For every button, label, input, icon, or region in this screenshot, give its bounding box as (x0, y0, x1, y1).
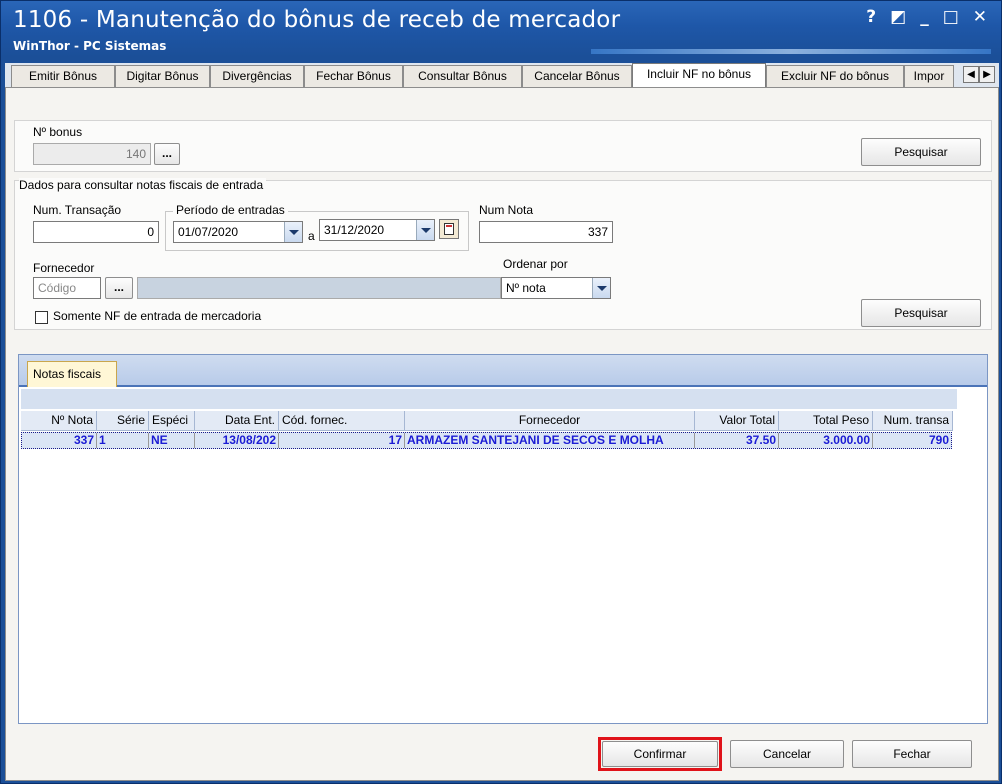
cell-total-peso: 3.000.00 (779, 433, 873, 448)
filters-panel: Dados para consultar notas fiscais de en… (14, 178, 992, 330)
bonus-lookup-button[interactable]: ... (154, 143, 180, 165)
tab-divergencias[interactable]: Divergências (210, 65, 304, 87)
tab-scroll: ◀ ▶ (963, 66, 995, 83)
maximize-icon[interactable]: □ (943, 7, 959, 27)
fornecedor-code-input[interactable]: Código (33, 277, 101, 299)
cancel-button[interactable]: Cancelar (730, 740, 844, 768)
col-header-data-ent[interactable]: Data Ent. (195, 411, 279, 431)
fornecedor-label: Fornecedor (33, 261, 95, 275)
app-window: 1106 - Manutenção do bônus de receb de m… (0, 0, 1002, 784)
somente-nf-checkbox[interactable] (35, 311, 48, 324)
transacao-input[interactable]: 0 (33, 221, 159, 243)
footer-bar: Confirmar Cancelar Fechar (6, 728, 998, 778)
tab-notas-fiscais[interactable]: Notas fiscais (27, 361, 117, 387)
bonus-number-field[interactable]: 140 (33, 143, 151, 165)
cell-serie: 1 (97, 433, 149, 448)
col-header-num-transa[interactable]: Num. transa (873, 411, 953, 431)
tab-emitir-bonus[interactable]: Emitir Bônus (11, 65, 115, 87)
close-icon[interactable]: ✕ (973, 7, 987, 27)
transacao-label: Num. Transação (33, 203, 122, 217)
fornecedor-name-field (137, 277, 501, 299)
ordenar-dropdown-icon[interactable] (592, 278, 610, 298)
filters-search-button[interactable]: Pesquisar (861, 299, 981, 327)
cell-data-ent: 13/08/202 (195, 433, 279, 448)
date-separator: a (308, 229, 315, 243)
cell-valor-total: 37.50 (695, 433, 779, 448)
tab-strip: Emitir Bônus Digitar Bônus Divergências … (5, 63, 999, 88)
cell-especie: NE (149, 433, 195, 448)
col-header-total-peso[interactable]: Total Peso (779, 411, 873, 431)
col-header-valor-total[interactable]: Valor Total (695, 411, 779, 431)
calendar-icon[interactable] (439, 219, 459, 239)
tab-importar[interactable]: Impor (904, 65, 954, 87)
date-from-input[interactable]: 01/07/2020 (173, 221, 303, 243)
tab-consultar-bonus[interactable]: Consultar Bônus (403, 65, 522, 87)
tab-excluir-nf[interactable]: Excluir NF do bônus (766, 65, 904, 87)
restore-icon[interactable]: ◩ (890, 7, 906, 27)
col-header-especie[interactable]: Espéci (149, 411, 195, 431)
title-bar[interactable]: 1106 - Manutenção do bônus de receb de m… (1, 1, 1001, 57)
tab-digitar-bonus[interactable]: Digitar Bônus (115, 65, 210, 87)
tab-cancelar-bonus[interactable]: Cancelar Bônus (522, 65, 632, 87)
grid-tab-band: Notas fiscais (19, 355, 987, 387)
cell-nota: 337 (22, 433, 97, 448)
cell-num-transa: 790 (928, 433, 949, 447)
bonus-search-button[interactable]: Pesquisar (861, 138, 981, 166)
window-controls: ? ◩ _ □ ✕ (866, 7, 987, 27)
tab-scroll-left-icon[interactable]: ◀ (963, 66, 979, 83)
notas-fiscais-grid: Notas fiscais Nº Nota Série Espéci Data … (18, 354, 988, 724)
cell-fornecedor: ARMAZEM SANTEJANI DE SECOS E MOLHA (405, 433, 695, 448)
date-from-dropdown-icon[interactable] (284, 222, 302, 242)
close-button[interactable]: Fechar (852, 740, 972, 768)
num-nota-label: Num Nota (479, 203, 534, 217)
ordenar-select[interactable]: Nº nota (501, 277, 611, 299)
date-from-value: 01/07/2020 (178, 225, 239, 239)
ordenar-label: Ordenar por (503, 257, 568, 271)
col-header-fornecedor[interactable]: Fornecedor (405, 411, 695, 431)
help-icon[interactable]: ? (866, 7, 876, 27)
num-nota-input[interactable]: 337 (479, 221, 613, 243)
bonus-panel: Nº bonus 140 ... Pesquisar (14, 120, 992, 172)
col-header-cod-fornec[interactable]: Cód. fornec. (279, 411, 405, 431)
window-title: 1106 - Manutenção do bônus de receb de m… (13, 7, 621, 33)
tab-fechar-bonus[interactable]: Fechar Bônus (304, 65, 403, 87)
table-row[interactable]: 337 1 NE 13/08/202 17 ARMAZEM SANTEJANI … (21, 432, 952, 449)
col-header-nota[interactable]: Nº Nota (21, 411, 97, 431)
date-to-dropdown-icon[interactable] (416, 220, 434, 240)
title-decoration (591, 49, 991, 54)
periodo-label: Período de entradas (173, 203, 288, 217)
date-to-input[interactable]: 31/12/2020 (319, 219, 435, 241)
confirm-button[interactable]: Confirmar (602, 741, 718, 767)
cell-cod-fornec: 17 (279, 433, 405, 448)
tab-content: Nº bonus 140 ... Pesquisar Dados para co… (5, 87, 999, 781)
fornecedor-lookup-button[interactable]: ... (105, 277, 133, 299)
filters-group-title: Dados para consultar notas fiscais de en… (19, 178, 267, 192)
col-header-serie[interactable]: Série (97, 411, 149, 431)
date-to-value: 31/12/2020 (324, 223, 385, 237)
window-subtitle: WinThor - PC Sistemas (13, 39, 167, 53)
minimize-icon[interactable]: _ (920, 7, 929, 27)
tab-incluir-nf[interactable]: Incluir NF no bônus (632, 63, 766, 88)
somente-nf-label: Somente NF de entrada de mercadoria (53, 309, 262, 323)
tab-scroll-right-icon[interactable]: ▶ (979, 66, 995, 83)
grid-group-band (21, 389, 957, 409)
bonus-label: Nº bonus (33, 125, 83, 139)
ordenar-value: Nº nota (506, 281, 546, 295)
